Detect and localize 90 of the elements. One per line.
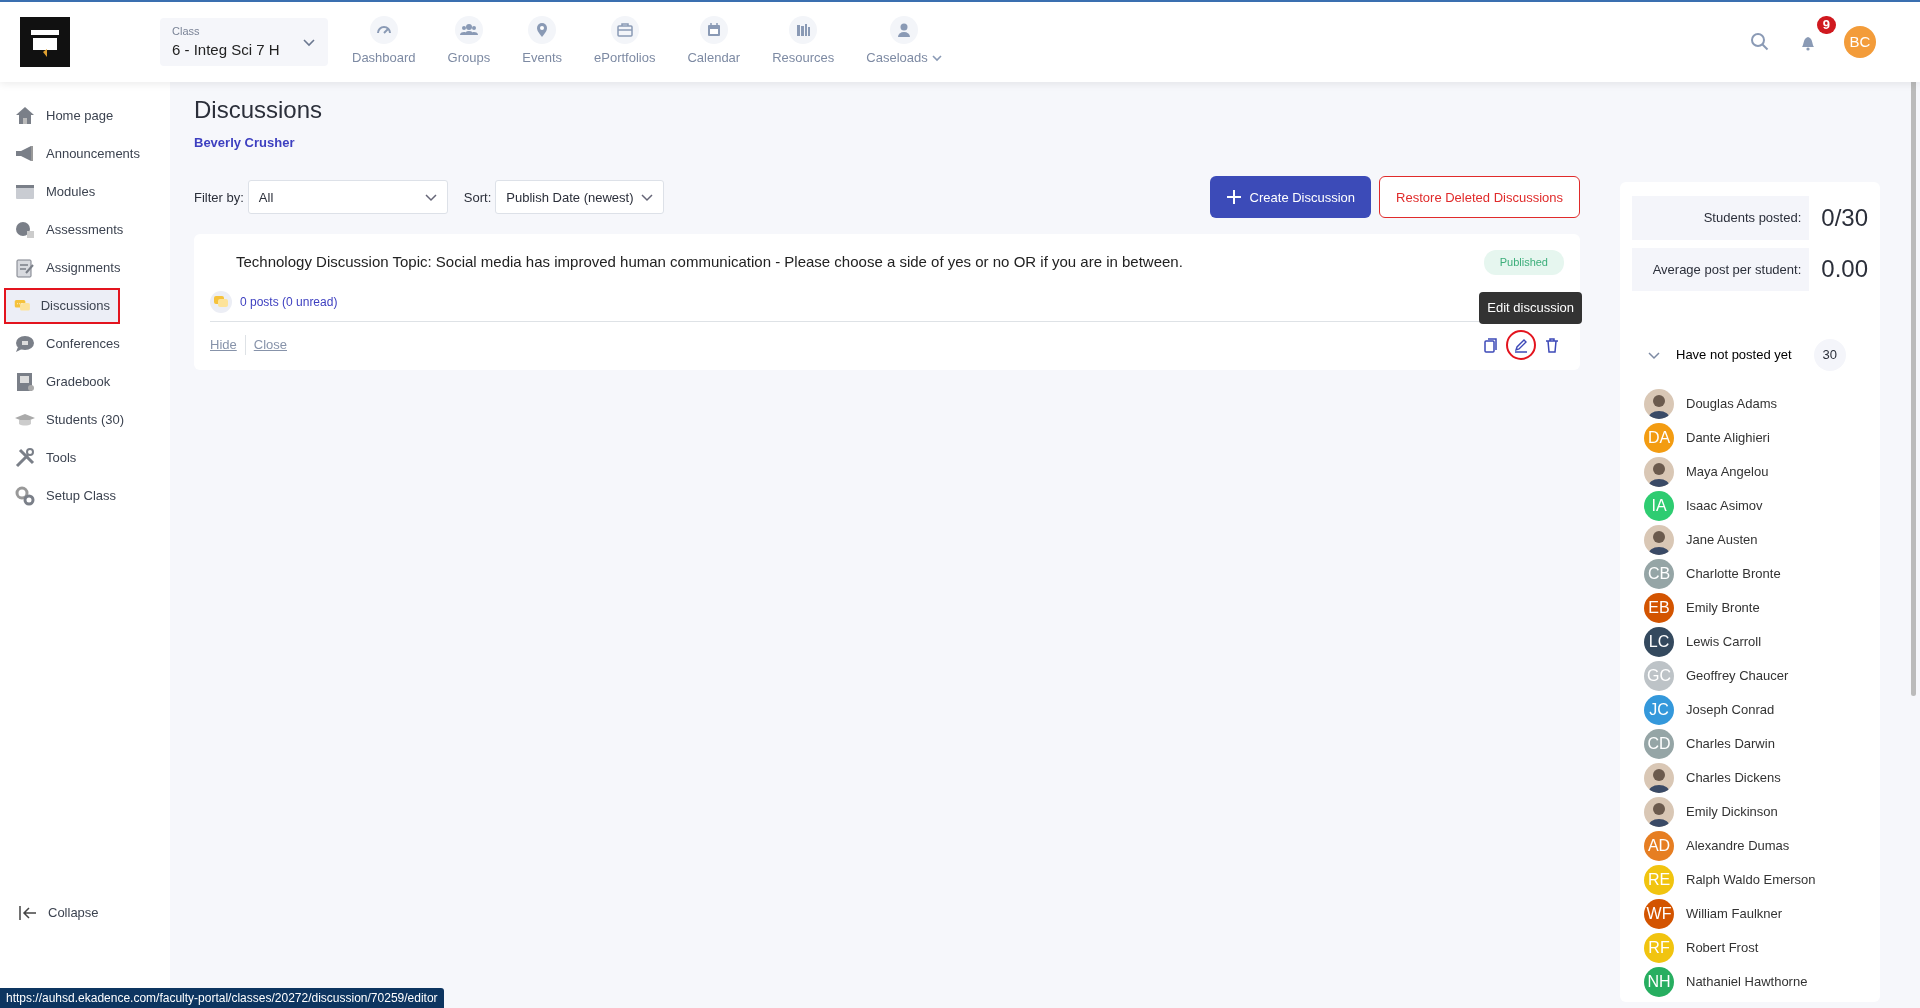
status-badge: Published [1483, 250, 1564, 275]
avatar: RE [1644, 865, 1674, 895]
student-name: Emily Dickinson [1686, 803, 1778, 822]
sidebar-item[interactable]: Gradebook [4, 364, 162, 400]
student-name: Jane Austen [1686, 531, 1758, 550]
student-name: Charles Darwin [1686, 735, 1775, 754]
student-name: Isaac Asimov [1686, 497, 1763, 516]
stat-value: 0.00 [1820, 254, 1868, 285]
student-name: Alexandre Dumas [1686, 837, 1790, 856]
sidebar-item[interactable]: Conferences [4, 326, 162, 362]
avatar: JC [1644, 695, 1674, 725]
plus-icon [1225, 189, 1242, 206]
nav-item[interactable]: Dashboard [344, 16, 424, 68]
student-name: Maya Angelou [1686, 463, 1769, 482]
filter-select[interactable]: All [247, 180, 448, 215]
clipboard-icon [14, 257, 36, 279]
sidebar-item[interactable]: Home page [4, 98, 162, 134]
stat-label: Average post per student: [1632, 247, 1810, 291]
student-name: Douglas Adams [1686, 395, 1778, 414]
student-name: Nathaniel Hawthorne [1686, 973, 1808, 992]
sidebar-item[interactable]: Students (30) [4, 402, 162, 438]
class-select[interactable]: Class 6 - Integ Sci 7 H [160, 18, 328, 66]
sort-label: Sort: [463, 188, 492, 207]
logo-icon[interactable] [20, 17, 70, 67]
trash-icon [1544, 336, 1560, 353]
avatar: NH [1644, 967, 1674, 997]
teacher-name: Beverly Crusher [194, 133, 296, 152]
sidebar-item[interactable]: Tools [4, 440, 162, 476]
class-label: Class [172, 23, 201, 39]
collapse-button[interactable]: Collapse [12, 902, 105, 924]
status-url: https://auhsd.ekadence.com/faculty-portal/classes/20272/discussion/70259/editor [0, 988, 444, 1008]
discussion-title: Technology Discussion Topic: Social media has improved human communication - Please choose a side of yes or no OR if you are in between. [236, 252, 1183, 273]
count-badge: 30 [1813, 339, 1846, 371]
search-icon [1750, 32, 1770, 52]
posts-link[interactable]: 0 posts (0 unread) [240, 292, 338, 311]
stat-label: Students posted: [1632, 196, 1810, 240]
edit-button[interactable] [1506, 329, 1536, 360]
avatar: CD [1644, 729, 1674, 759]
student-name: Charles Dickens [1686, 769, 1781, 788]
chevron-icon [1648, 349, 1660, 361]
house-icon [14, 105, 36, 127]
chevron-down-icon [424, 191, 437, 204]
collapse-arrow-icon [18, 903, 38, 922]
create-button[interactable]: Create Discussion [1209, 176, 1372, 219]
pencil-icon [1513, 336, 1529, 353]
nav-item[interactable]: Groups [439, 16, 499, 68]
student-name: Dante Alighieri [1686, 429, 1770, 448]
caret-icon [931, 53, 942, 63]
avatar: RF [1644, 933, 1674, 963]
page-title: Discussions [194, 96, 324, 125]
avatar: DA [1644, 423, 1674, 453]
sidebar-item[interactable]: Assignments [4, 250, 162, 286]
nav-item[interactable]: Caseloads [858, 16, 950, 68]
student-name: Joseph Conrad [1686, 701, 1775, 720]
avatar: IA [1644, 491, 1674, 521]
sidebar-item[interactable]: Announcements [4, 136, 162, 172]
chevron-down-icon [641, 191, 654, 204]
class-value: 6 - Integ Sci 7 H [172, 40, 280, 60]
avatar: AD [1644, 831, 1674, 861]
copy-icon [1482, 336, 1498, 353]
group-toggle[interactable]: Have not posted yet [1632, 344, 1798, 366]
avatar: LC [1644, 627, 1674, 657]
student-name: Lewis Carroll [1686, 633, 1762, 652]
filter-label: Filter by: [194, 188, 244, 207]
stat-value: 0/30 [1820, 202, 1868, 233]
speech-bubble-icon [14, 333, 36, 355]
student-name: Geoffrey Chaucer [1686, 667, 1789, 686]
sort-select[interactable]: Publish Date (newest) [495, 180, 665, 215]
avatar: EB [1644, 593, 1674, 623]
sidebar-item[interactable]: Assessments [4, 212, 162, 248]
avatar: WF [1644, 899, 1674, 929]
nav-item[interactable]: Calendar [679, 16, 749, 68]
sidebar-item[interactable]: Setup Class [4, 478, 162, 514]
chat-bubbles-icon [214, 295, 228, 308]
student-name: Charlotte Bronte [1686, 565, 1781, 584]
nav-item[interactable]: Resources [764, 16, 843, 68]
restore-button[interactable]: Restore Deleted Discussions [1379, 176, 1580, 219]
notification-count: 9 [1816, 16, 1836, 34]
sidebar-item[interactable]: Discussions [4, 288, 120, 324]
gradebook-icon [14, 371, 36, 393]
sidebar-item[interactable]: Modules [4, 174, 162, 210]
nav-item[interactable]: ePortfolios [586, 16, 664, 68]
student-name: Emily Bronte [1686, 599, 1760, 618]
student-name: William Faulkner [1686, 905, 1783, 924]
student-name: Ralph Waldo Emerson [1686, 871, 1816, 890]
student-name: Robert Frost [1686, 939, 1759, 958]
avatar: CB [1644, 559, 1674, 589]
tooltip: Edit discussion [1479, 292, 1582, 324]
avatar: GC [1644, 661, 1674, 691]
briefcase-icon [615, 21, 634, 40]
